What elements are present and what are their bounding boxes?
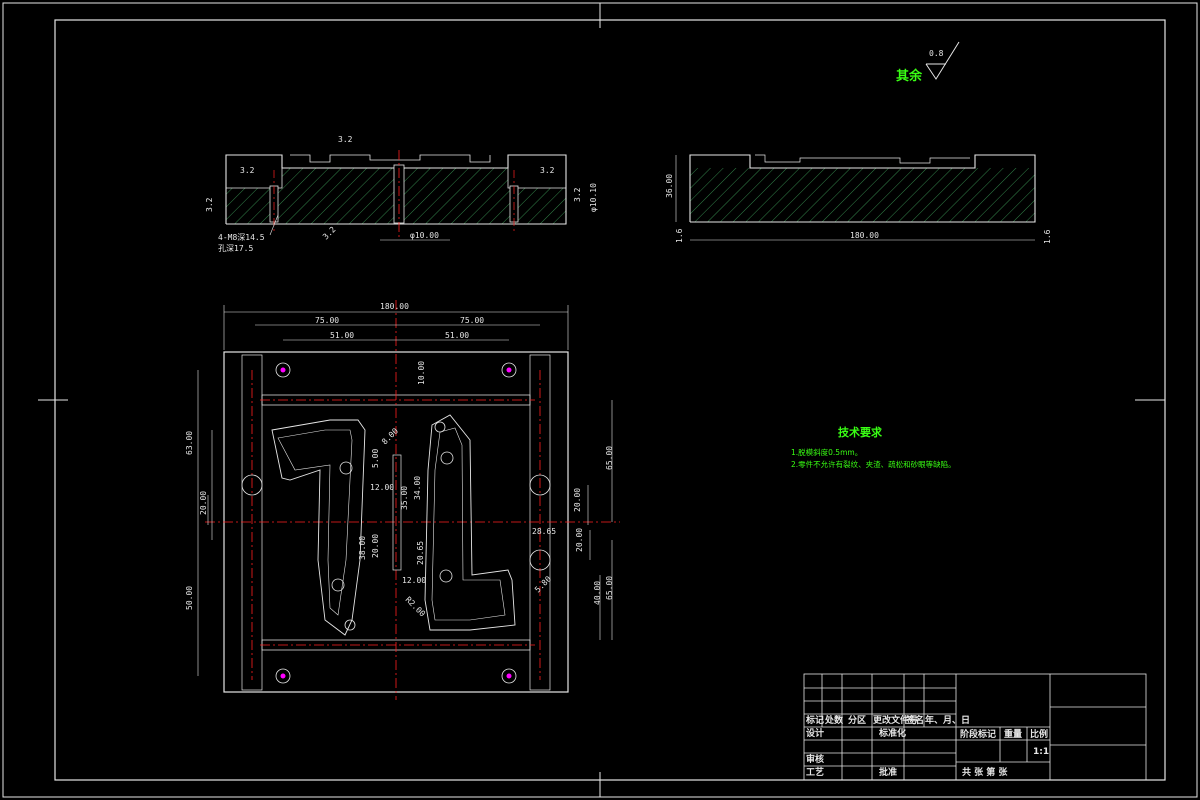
tb-h3: 分区: [848, 714, 866, 726]
tb-scale: 比例: [1030, 728, 1048, 740]
plan-right-mid: 20.00: [573, 488, 582, 512]
plan-right-lower-2: 65.00: [605, 576, 614, 600]
plan-center-top: 10.00: [417, 361, 426, 385]
inner-frame: [54, 19, 1166, 781]
tb-process: 工艺: [806, 766, 824, 778]
roughness-label: 其余: [896, 68, 923, 84]
plan-hole-right: 51.00: [445, 331, 469, 340]
plan-dim-c: 35.00: [400, 486, 409, 510]
plan-hole-left: 51.00: [330, 331, 354, 340]
sec-rough-5: 3.2: [573, 187, 582, 202]
outer-frame: [2, 2, 1198, 798]
sec-hole-note-2: φ10.00: [410, 231, 439, 240]
side-view: 36.00 180.00 1.6 1.6: [665, 154, 1052, 244]
tb-h2: 处数: [824, 714, 844, 726]
tech-req-title: 技术要求: [838, 425, 883, 439]
plan-left-lower: 50.00: [185, 586, 194, 610]
tb-weight: 重量: [1004, 728, 1022, 740]
side-rough-left: 1.6: [675, 228, 684, 243]
sec-rough-2: 3.2: [338, 135, 353, 144]
section-view: 3.2 3.2 3.2 3.2 3.2 φ10.10 φ10.00 4-M8深1…: [205, 135, 598, 253]
roughness-value: 0.8: [929, 49, 944, 58]
plan-dim-f: 20.65: [416, 541, 425, 565]
tb-check: 审核: [806, 753, 824, 765]
plan-dim-i: 38.00: [358, 536, 367, 560]
tb-standard: 标准化: [878, 727, 906, 739]
plan-dim-a: 8.00: [380, 426, 400, 446]
tb-h1: 标记: [805, 714, 824, 726]
plan-view: 180.00 75.00 75.00 51.00 51.00 63.00 50.…: [185, 300, 620, 700]
side-height: 36.00: [665, 174, 674, 198]
sec-rough-3: 3.2: [540, 166, 555, 175]
plan-left-mid: 20.00: [199, 491, 208, 515]
side-width: 180.00: [850, 231, 879, 240]
tb-h6: 年、月、日: [925, 714, 970, 726]
plan-left-upper: 63.00: [185, 431, 194, 455]
plan-dim-d: 34.00: [413, 476, 422, 500]
plan-dim-g: 12.00: [402, 576, 426, 585]
plan-overall-width: 180.00: [380, 302, 409, 311]
plan-dim-h: 20.00: [371, 534, 380, 558]
sec-bolt-note-1: 4-M8深14.5: [218, 233, 265, 242]
plan-right-lower-1: 20.00: [575, 528, 584, 552]
tb-sheets: 共 张 第 张: [962, 766, 1008, 778]
plan-right-half: 75.00: [460, 316, 484, 325]
tech-requirements: 技术要求 1.脱模斜度0.5mm。 2.零件不允许有裂纹、夹渣、疏松和砂眼等缺陷…: [791, 425, 956, 469]
plan-dim-e: 5.00: [371, 449, 380, 468]
sec-bolt-note-2: 孔深17.5: [218, 244, 253, 253]
plan-right-upper: 65.00: [605, 446, 614, 470]
tb-scale-value: 1:1: [1033, 747, 1049, 757]
plan-dim-k: 28.65: [532, 527, 556, 536]
tech-req-line2: 2.零件不允许有裂纹、夹渣、疏松和砂眼等缺陷。: [791, 459, 956, 469]
tech-req-line1: 1.脱模斜度0.5mm。: [791, 447, 862, 457]
tb-h5: 签名: [905, 714, 924, 726]
sec-rough-4: 3.2: [205, 197, 214, 212]
plan-left-half: 75.00: [315, 316, 339, 325]
tb-design: 设计: [806, 727, 824, 739]
drawing-canvas: 其余 0.8 3.2 3.2 3.2 3.2 3.2 φ10.10 φ10.00…: [2, 2, 1198, 798]
tb-stage: 阶段标记: [960, 728, 996, 740]
title-block: [803, 673, 1147, 781]
plan-dim-j: R2.00: [404, 595, 428, 619]
sec-hole-note-1: φ10.10: [589, 183, 598, 212]
sec-rough-1: 3.2: [240, 166, 255, 175]
side-rough-right: 1.6: [1043, 229, 1052, 244]
roughness-symbol: 其余 0.8: [896, 41, 960, 84]
tb-approve: 批准: [879, 766, 897, 778]
plan-dim-b: 12.00: [370, 483, 394, 492]
centering-marks: [38, 3, 1165, 797]
plan-right-lower-3: 40.00: [593, 581, 602, 605]
sec-bottom-rough: 3.2: [321, 225, 338, 242]
